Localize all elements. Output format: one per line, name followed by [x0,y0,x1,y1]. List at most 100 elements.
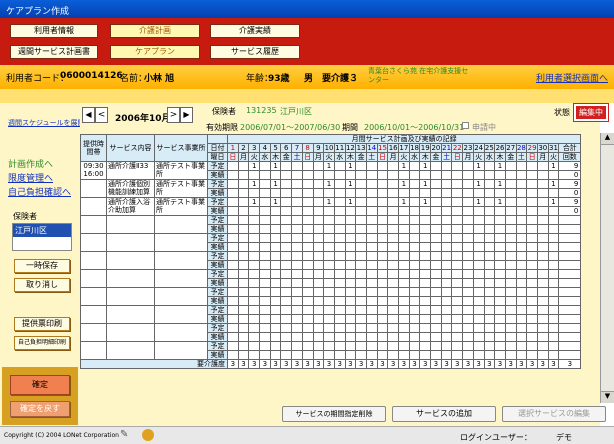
day-cell[interactable] [398,287,410,297]
day-cell[interactable] [430,215,442,225]
day-cell[interactable] [430,197,442,207]
day-cell[interactable] [526,161,538,171]
day-cell[interactable] [365,305,378,315]
day-cell[interactable] [547,296,560,306]
day-cell[interactable] [462,170,474,180]
day-cell[interactable] [419,269,432,279]
day-cell[interactable]: 1 [494,197,506,207]
day-cell[interactable] [259,224,271,234]
day-cell[interactable] [323,242,335,252]
day-cell[interactable] [483,215,496,225]
day-cell[interactable] [301,233,314,243]
day-cell[interactable] [515,278,528,288]
day-cell[interactable] [248,287,261,297]
day-cell[interactable] [515,224,528,234]
day-cell[interactable] [440,341,453,351]
day-cell[interactable] [323,215,335,225]
plan-create-link[interactable]: 計画作成へ [8,157,53,170]
day-cell[interactable] [376,197,389,207]
day-cell[interactable] [387,287,399,297]
day-cell[interactable] [237,323,250,333]
day-cell[interactable] [237,269,250,279]
day-cell[interactable] [536,233,549,243]
day-cell[interactable] [269,287,282,297]
day-cell[interactable]: 1 [398,197,410,207]
day-cell[interactable] [440,296,453,306]
day-cell[interactable] [291,305,303,315]
day-cell[interactable] [387,233,399,243]
day-cell[interactable] [269,251,282,261]
day-cell[interactable] [376,179,389,189]
day-cell[interactable] [387,188,399,198]
day-cell[interactable] [408,233,421,243]
day-cell[interactable] [237,224,250,234]
day-cell[interactable] [344,215,357,225]
day-cell[interactable] [472,278,485,288]
day-cell[interactable] [408,278,421,288]
day-cell[interactable] [387,323,399,333]
day-cell[interactable] [526,233,538,243]
day-cell[interactable]: 1 [344,179,357,189]
day-cell[interactable] [227,350,239,360]
day-cell[interactable] [312,305,325,315]
day-cell[interactable] [344,188,357,198]
day-cell[interactable] [504,260,517,270]
day-cell[interactable] [227,197,239,207]
day-cell[interactable] [536,341,549,351]
day-cell[interactable] [227,296,239,306]
day-cell[interactable] [355,233,367,243]
day-cell[interactable] [248,251,261,261]
day-cell[interactable] [526,197,538,207]
day-cell[interactable] [344,350,357,360]
table-row[interactable]: 09:30 16:00 通所介護Ⅱ33 通所テスト事業所 予定 1 1 1 1 1 1 1 1 1 9 [80,161,582,180]
day-cell[interactable] [451,332,464,342]
day-cell[interactable] [355,251,367,261]
day-cell[interactable] [355,188,367,198]
table-row[interactable]: 予定 [80,323,582,342]
day-cell[interactable] [408,188,421,198]
day-cell[interactable] [237,278,250,288]
tab-care-results[interactable]: 介護実績 [210,24,300,38]
day-cell[interactable] [280,278,293,288]
day-cell[interactable] [462,179,474,189]
day-cell[interactable] [504,332,517,342]
day-cell[interactable] [451,341,464,351]
day-cell[interactable] [280,296,293,306]
day-cell[interactable] [504,314,517,324]
day-cell[interactable] [291,287,303,297]
day-cell[interactable] [536,206,549,216]
day-cell[interactable] [323,269,335,279]
day-cell[interactable] [515,341,528,351]
day-cell[interactable] [494,206,506,216]
day-cell[interactable] [451,278,464,288]
day-cell[interactable] [515,296,528,306]
day-cell[interactable] [419,170,432,180]
day-cell[interactable] [237,197,250,207]
day-cell[interactable] [483,206,496,216]
day-cell[interactable] [430,206,442,216]
day-cell[interactable] [248,242,261,252]
day-cell[interactable] [344,305,357,315]
day-cell[interactable] [301,170,314,180]
day-cell[interactable] [430,314,442,324]
day-cell[interactable] [312,260,325,270]
day-cell[interactable] [472,287,485,297]
day-cell[interactable] [355,350,367,360]
day-cell[interactable] [430,323,442,333]
day-cell[interactable] [312,242,325,252]
day-cell[interactable] [291,350,303,360]
day-cell[interactable] [301,323,314,333]
day-cell[interactable] [376,287,389,297]
day-cell[interactable] [536,323,549,333]
day-cell[interactable] [376,296,389,306]
day-cell[interactable] [504,269,517,279]
day-cell[interactable] [333,305,346,315]
day-cell[interactable] [504,287,517,297]
day-cell[interactable] [408,260,421,270]
day-cell[interactable] [462,296,474,306]
day-cell[interactable] [451,260,464,270]
day-cell[interactable] [387,206,399,216]
day-cell[interactable] [227,251,239,261]
day-cell[interactable] [376,161,389,171]
day-cell[interactable] [227,260,239,270]
